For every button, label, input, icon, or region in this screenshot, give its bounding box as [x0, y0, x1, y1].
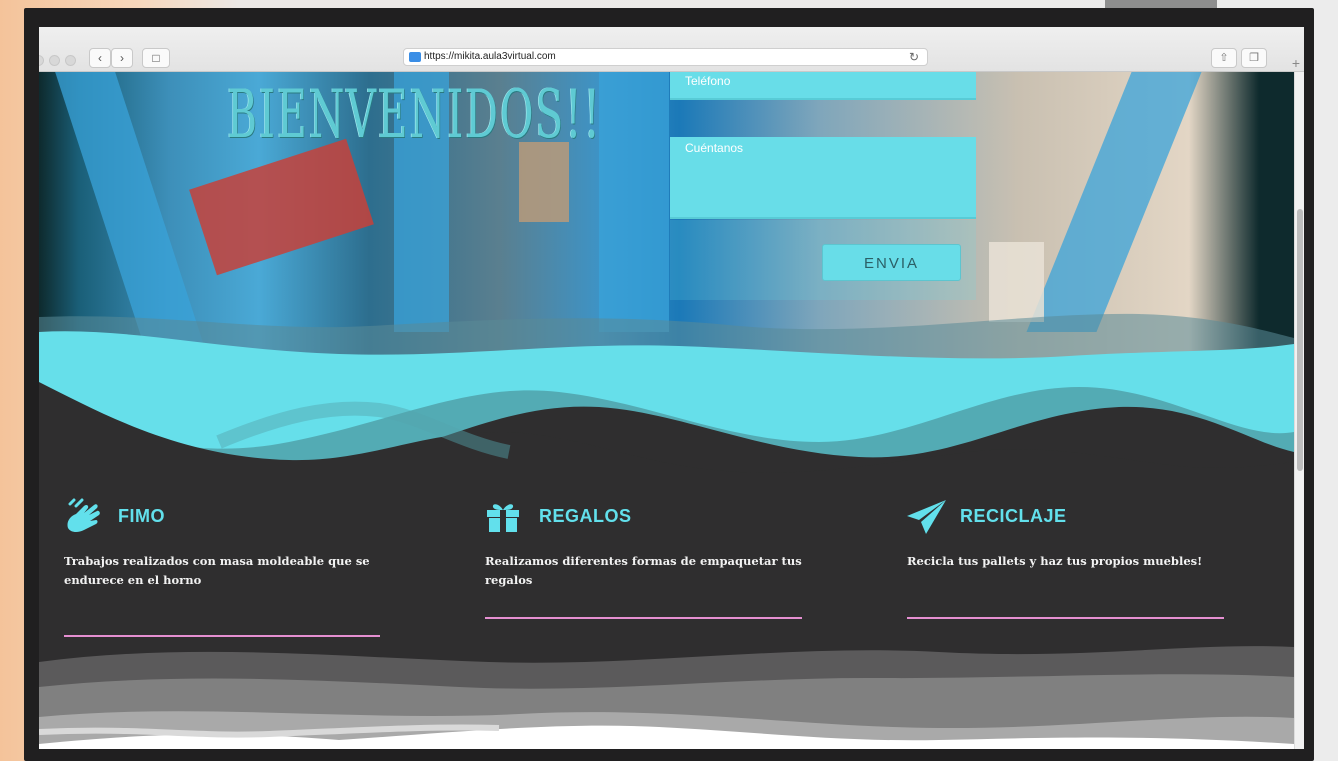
- phone-placeholder: Teléfono: [685, 74, 731, 88]
- footer-waves: [39, 646, 1294, 749]
- sidebar-icon: □: [152, 51, 160, 65]
- reciclaje-description: Recicla tus pallets y haz tus propios mu…: [907, 554, 1203, 568]
- zoom-window-button[interactable]: [65, 55, 76, 66]
- fimo-title: FIMO: [118, 506, 165, 526]
- tabs-icon: ❐: [1249, 52, 1259, 64]
- chevron-left-icon: ‹: [98, 51, 102, 65]
- sidebar-toggle-button[interactable]: □: [142, 48, 170, 68]
- browser-window: ‹ › □ https://mikita.aula3virtual.com ↻ …: [39, 27, 1304, 749]
- forward-button[interactable]: ›: [111, 48, 133, 68]
- reload-icon[interactable]: ↻: [909, 49, 919, 65]
- chevron-right-icon: ›: [120, 51, 124, 65]
- regalos-description: Realizamos diferentes formas de empaquet…: [485, 554, 802, 587]
- browser-toolbar: ‹ › □ https://mikita.aula3virtual.com ↻ …: [39, 27, 1304, 72]
- reciclaje-title: RECICLAJE: [960, 506, 1067, 526]
- reciclaje-divider: [907, 617, 1224, 619]
- site-favicon-icon: [409, 52, 421, 62]
- hero-waves: [39, 313, 1294, 482]
- minimize-window-button[interactable]: [49, 55, 60, 66]
- hero-background-book: [189, 138, 374, 276]
- message-field[interactable]: Cuéntanos: [670, 137, 976, 219]
- scrollbar-thumb[interactable]: [1297, 209, 1303, 471]
- back-button[interactable]: ‹: [89, 48, 111, 68]
- plus-icon: +: [1291, 55, 1300, 71]
- paper-plane-icon: [907, 500, 946, 534]
- web-page: BIENVENIDOS!! Teléfono Cuéntanos ENVIA F…: [39, 72, 1294, 749]
- tabs-overview-button[interactable]: ❐: [1241, 48, 1267, 68]
- vertical-scrollbar[interactable]: [1294, 72, 1304, 749]
- close-window-button[interactable]: [39, 55, 44, 66]
- message-placeholder: Cuéntanos: [685, 141, 744, 155]
- send-button[interactable]: ENVIA: [822, 244, 961, 281]
- share-button[interactable]: ⇧: [1211, 48, 1237, 68]
- phone-field[interactable]: Teléfono: [670, 72, 976, 100]
- hero-background-book: [519, 142, 569, 222]
- new-tab-button[interactable]: +: [1292, 55, 1300, 71]
- welcome-heading: BIENVENIDOS!!: [227, 76, 602, 153]
- hands-icon: [67, 498, 100, 533]
- address-url: https://mikita.aula3virtual.com: [424, 51, 556, 62]
- fimo-description: Trabajos realizados con masa moldeable q…: [64, 554, 370, 587]
- regalos-divider: [485, 617, 802, 619]
- share-icon: ⇧: [1219, 52, 1229, 64]
- gift-icon: [487, 504, 519, 532]
- regalos-title: REGALOS: [539, 506, 632, 526]
- address-bar[interactable]: https://mikita.aula3virtual.com ↻: [403, 48, 928, 66]
